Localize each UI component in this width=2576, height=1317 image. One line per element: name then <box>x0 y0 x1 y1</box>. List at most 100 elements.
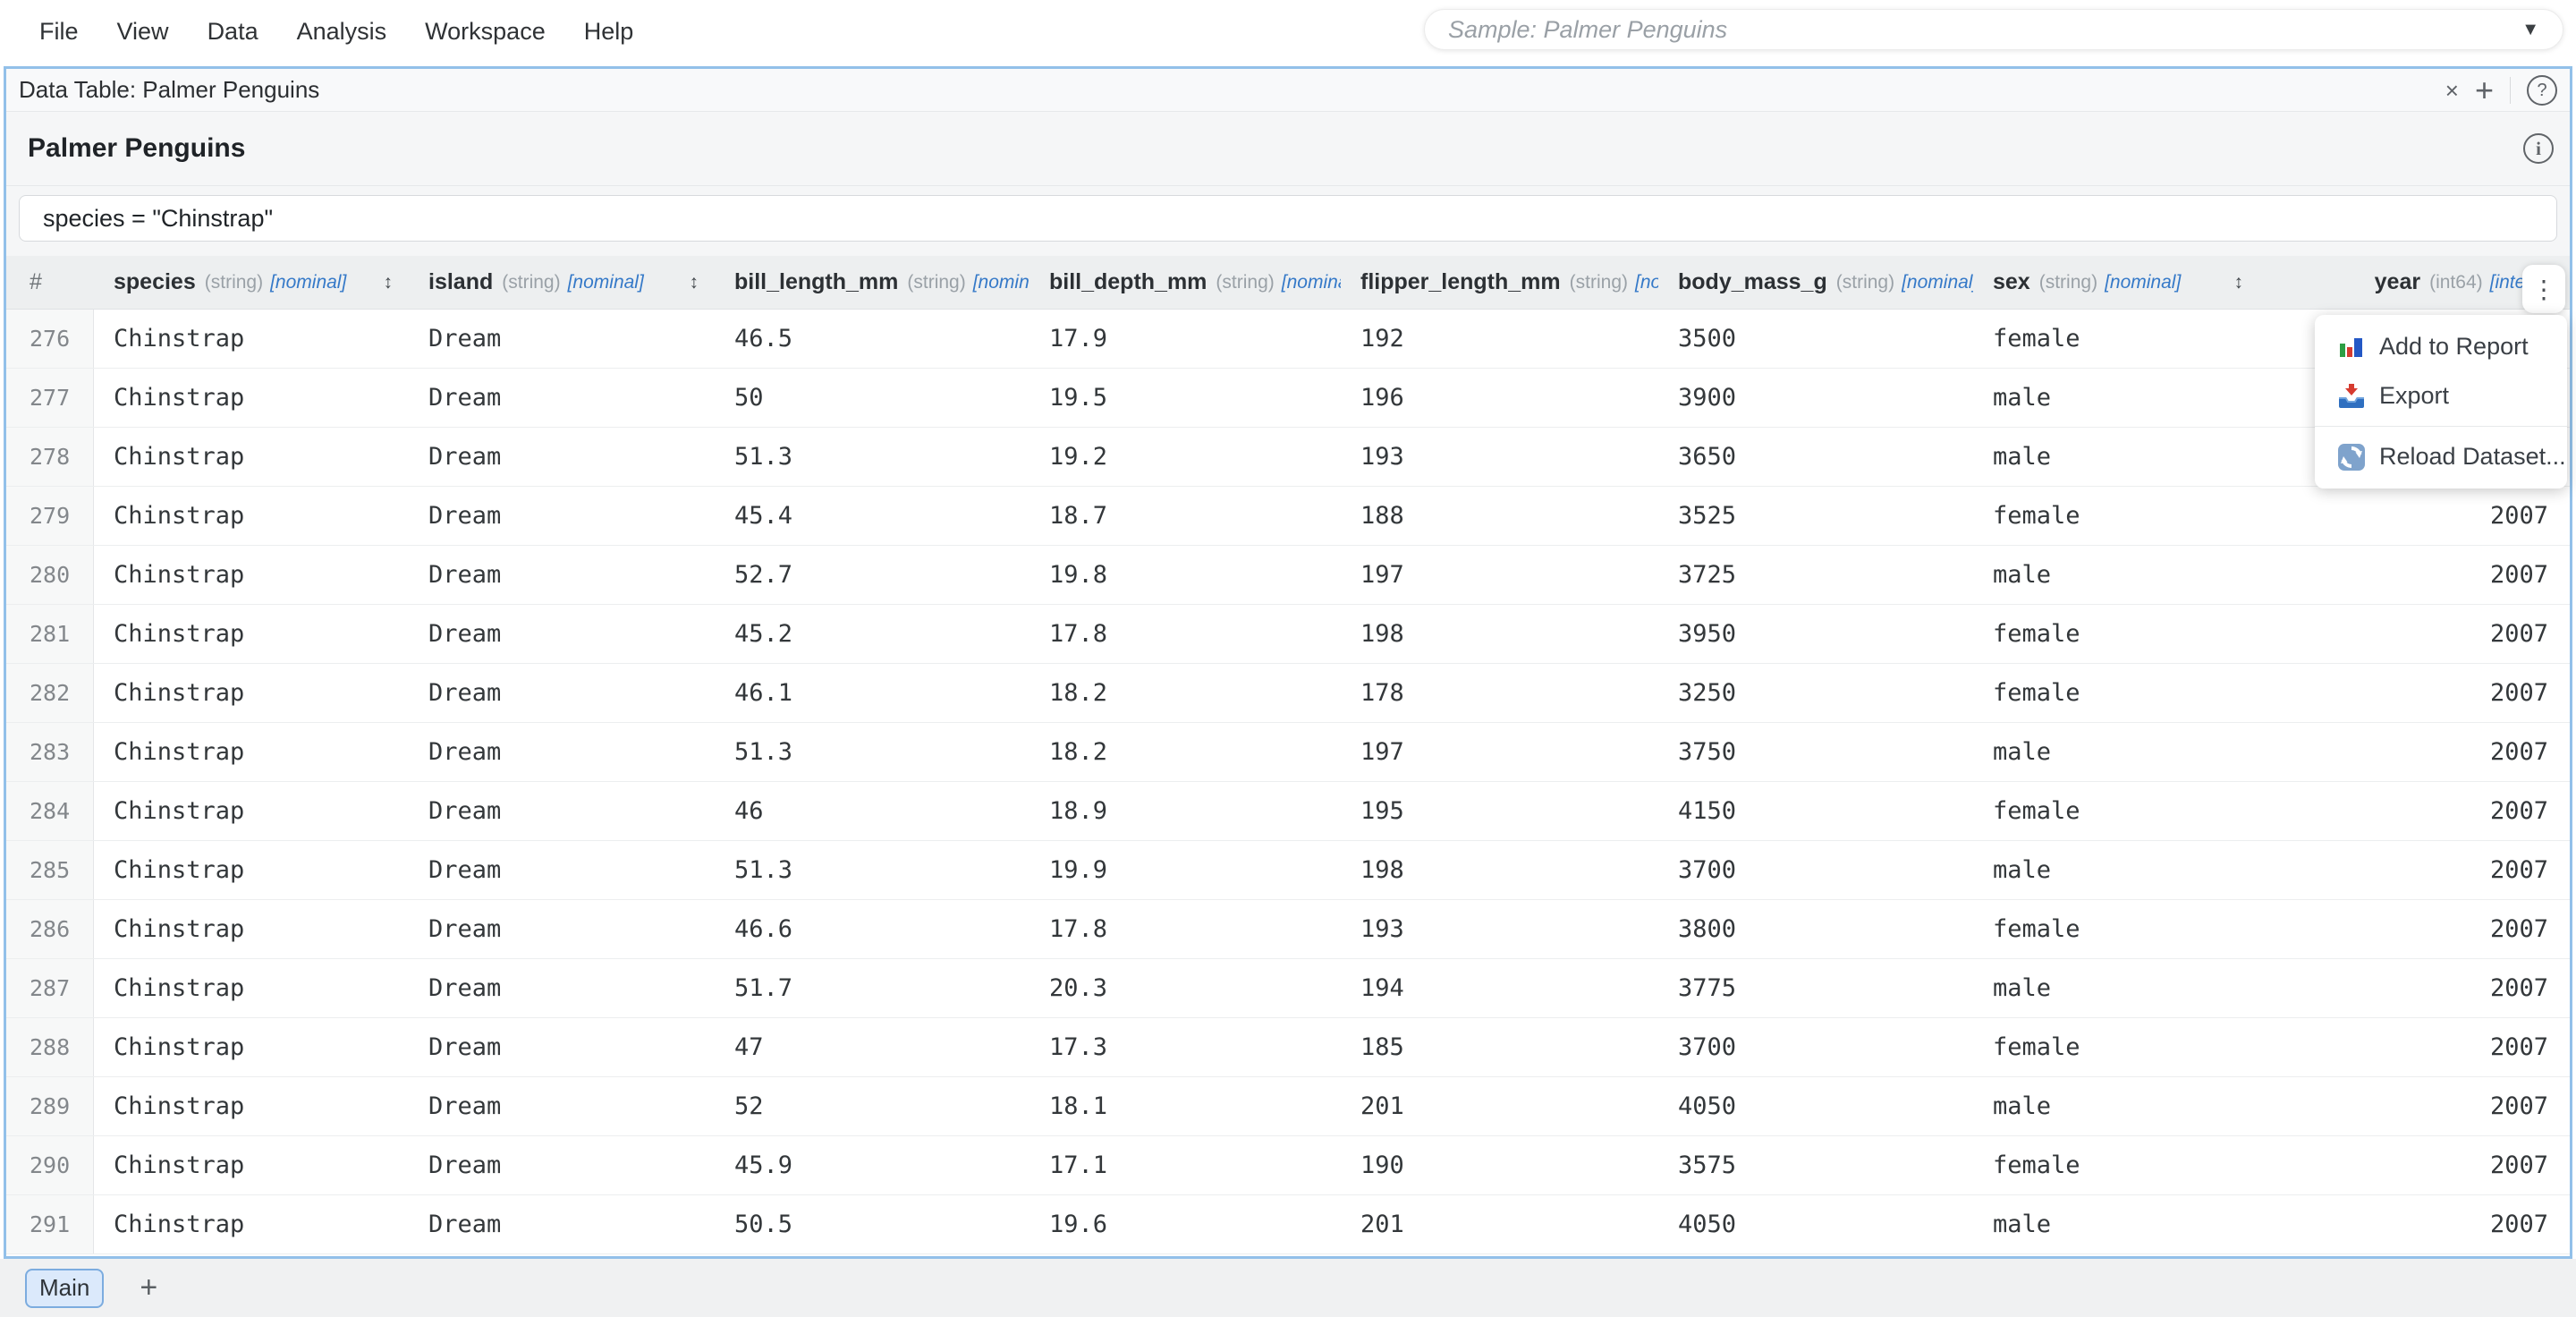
cell-year: 2007 <box>2259 900 2570 958</box>
cell-island: Dream <box>409 487 715 545</box>
column-header-body_mass_g[interactable]: body_mass_g(string)[nominal]↕ <box>1658 256 1973 309</box>
cell-island: Dream <box>409 369 715 427</box>
add-panel-icon[interactable]: + <box>2475 74 2494 106</box>
cell-flipper_length_mm: 193 <box>1341 900 1658 958</box>
menu-bar: File View Data Analysis Workspace Help Sample… <box>0 0 2576 63</box>
menu-item-help[interactable]: Help <box>584 18 634 46</box>
cell-bill_depth_mm: 17.9 <box>1030 310 1341 368</box>
cell-bill_length_mm: 50 <box>715 369 1030 427</box>
cell-bill_depth_mm: 17.8 <box>1030 900 1341 958</box>
cell-species: Chinstrap <box>94 546 409 604</box>
cell-bill_length_mm: 51.3 <box>715 428 1030 486</box>
cell-bill_depth_mm: 19.6 <box>1030 1195 1341 1253</box>
table-row: 289ChinstrapDream5218.12014050male2007 <box>6 1077 2570 1136</box>
table-row: 281ChinstrapDream45.217.81983950female20… <box>6 605 2570 664</box>
table-row: 276ChinstrapDream46.517.91923500female20… <box>6 310 2570 369</box>
cell-sex: male <box>1973 1195 2259 1253</box>
column-header-bill_depth_mm[interactable]: bill_depth_mm(string)[nominal]↕ <box>1030 256 1341 309</box>
table-row: 280ChinstrapDream52.719.81973725male2007 <box>6 546 2570 605</box>
cell-flipper_length_mm: 201 <box>1341 1077 1658 1135</box>
cell-body_mass_g: 4050 <box>1658 1195 1973 1253</box>
tab-label: Main <box>39 1274 89 1302</box>
cell-island: Dream <box>409 546 715 604</box>
sort-icon[interactable]: ↕ <box>2234 272 2244 293</box>
sample-selector[interactable]: Sample: Palmer Penguins ▼ <box>1424 9 2563 50</box>
column-header-species[interactable]: species(string)[nominal]↕ <box>94 256 409 309</box>
row-number: 280 <box>6 546 94 604</box>
close-icon[interactable]: × <box>2445 79 2459 102</box>
context-menu-item-add-to-report[interactable]: Add to Report <box>2315 322 2567 371</box>
sort-icon[interactable]: ↕ <box>690 272 699 293</box>
add-tab-button[interactable]: + <box>140 1270 157 1305</box>
menu-item-view[interactable]: View <box>117 18 169 46</box>
column-semantic: [nominal] <box>270 272 346 293</box>
cell-sex: male <box>1973 1077 2259 1135</box>
cell-body_mass_g: 3775 <box>1658 959 1973 1017</box>
row-number: 284 <box>6 782 94 840</box>
cell-body_mass_g: 3900 <box>1658 369 1973 427</box>
column-header-island[interactable]: island(string)[nominal]↕ <box>409 256 715 309</box>
column-dtype: (string) <box>1216 272 1274 293</box>
menu-item-analysis[interactable]: Analysis <box>297 18 387 46</box>
table-row: 288ChinstrapDream4717.31853700female2007 <box>6 1018 2570 1077</box>
cell-sex: female <box>1973 310 2259 368</box>
cell-species: Chinstrap <box>94 1018 409 1076</box>
column-header-bill_length_mm[interactable]: bill_length_mm(string)[nominal] <box>715 256 1030 309</box>
tab-main[interactable]: Main <box>25 1269 104 1308</box>
cell-body_mass_g: 3800 <box>1658 900 1973 958</box>
column-semantic: [nominal] <box>2105 272 2181 293</box>
cell-year: 2007 <box>2259 1018 2570 1076</box>
sample-selector-placeholder: Sample: Palmer Penguins <box>1448 16 1727 44</box>
cell-bill_depth_mm: 17.3 <box>1030 1018 1341 1076</box>
panel-header: Data Table: Palmer Penguins × + ? <box>6 69 2570 112</box>
column-name: sex <box>1993 269 2030 295</box>
cell-body_mass_g: 3525 <box>1658 487 1973 545</box>
chevron-down-icon: ▼ <box>2521 20 2539 40</box>
menu-divider <box>2315 426 2567 427</box>
cell-bill_depth_mm: 17.1 <box>1030 1136 1341 1194</box>
context-menu-item-export[interactable]: Export <box>2315 371 2567 421</box>
cell-year: 2007 <box>2259 959 2570 1017</box>
context-menu-item-reload-dataset[interactable]: Reload Dataset... <box>2315 432 2567 481</box>
sort-icon[interactable]: ↕ <box>384 272 394 293</box>
cell-species: Chinstrap <box>94 605 409 663</box>
cell-sex: female <box>1973 782 2259 840</box>
table-row: 284ChinstrapDream4618.91954150female2007 <box>6 782 2570 841</box>
column-header-flipper_length_mm[interactable]: flipper_length_mm(string)[nominal] <box>1341 256 1658 309</box>
info-icon[interactable]: i <box>2523 133 2554 164</box>
cell-bill_depth_mm: 17.8 <box>1030 605 1341 663</box>
cell-bill_depth_mm: 18.7 <box>1030 487 1341 545</box>
cell-sex: male <box>1973 959 2259 1017</box>
cell-island: Dream <box>409 782 715 840</box>
cell-bill_depth_mm: 18.1 <box>1030 1077 1341 1135</box>
cell-body_mass_g: 3750 <box>1658 723 1973 781</box>
cell-bill_length_mm: 50.5 <box>715 1195 1030 1253</box>
cell-year: 2007 <box>2259 1077 2570 1135</box>
cell-sex: female <box>1973 664 2259 722</box>
panel-actions: × + ? <box>2445 74 2557 106</box>
cell-body_mass_g: 3700 <box>1658 841 1973 899</box>
cell-species: Chinstrap <box>94 723 409 781</box>
menu-item-workspace[interactable]: Workspace <box>425 18 546 46</box>
cell-year: 2007 <box>2259 664 2570 722</box>
menu-item-data[interactable]: Data <box>208 18 258 46</box>
cell-species: Chinstrap <box>94 1195 409 1253</box>
column-name: bill_length_mm <box>734 269 898 295</box>
row-number-header: # <box>6 256 94 309</box>
menu-item-file[interactable]: File <box>39 18 79 46</box>
column-dtype: (string) <box>2039 272 2097 293</box>
cell-flipper_length_mm: 198 <box>1341 605 1658 663</box>
cell-species: Chinstrap <box>94 487 409 545</box>
cell-flipper_length_mm: 197 <box>1341 723 1658 781</box>
cell-body_mass_g: 3250 <box>1658 664 1973 722</box>
column-menu-button[interactable]: ⋮ <box>2522 265 2565 313</box>
column-name: body_mass_g <box>1678 269 1827 295</box>
menu-bar-items: File View Data Analysis Workspace Help <box>39 18 633 46</box>
filter-input[interactable] <box>19 195 2557 242</box>
vertical-divider <box>2510 77 2511 104</box>
help-icon[interactable]: ? <box>2527 75 2557 106</box>
column-header-sex[interactable]: sex (string) [nominal] ↕ <box>1973 256 2259 309</box>
cell-bill_depth_mm: 18.2 <box>1030 723 1341 781</box>
cell-year: 2007 <box>2259 605 2570 663</box>
column-semantic: [nominal] <box>1282 272 1341 293</box>
